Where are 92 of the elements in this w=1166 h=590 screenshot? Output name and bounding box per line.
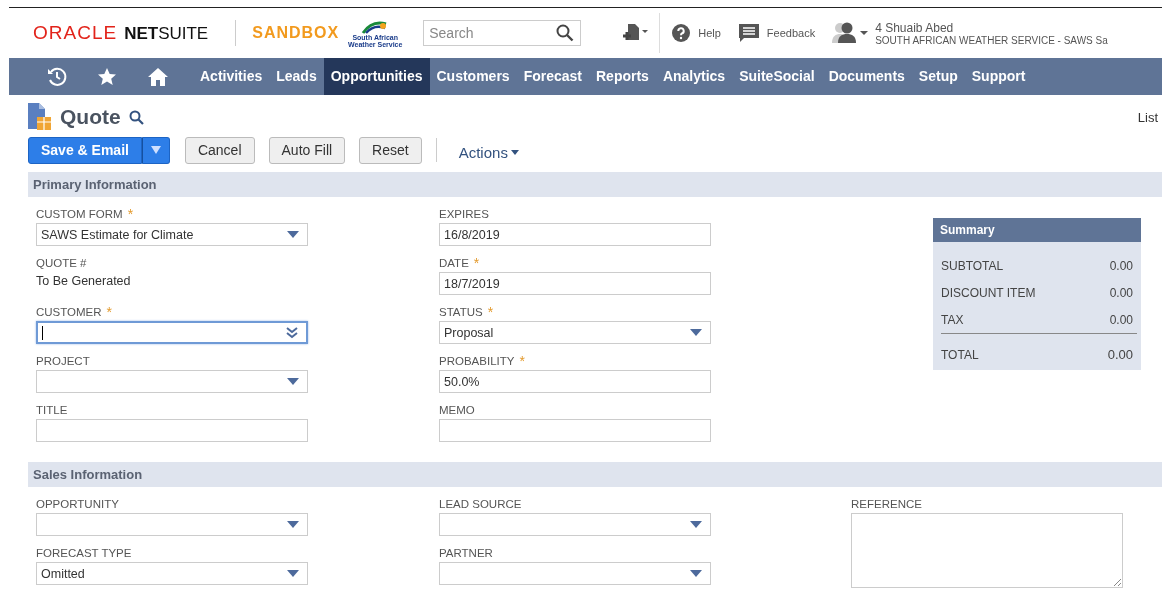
required-mark: * (127, 208, 134, 220)
account-name: SOUTH AFRICAN WEATHER SERVICE - SAWS Sa (875, 34, 1108, 46)
text-field[interactable] (36, 419, 308, 442)
field-label: MEMO (439, 404, 475, 416)
feedback-link[interactable]: Feedback (738, 23, 816, 43)
field-label: TITLE (36, 404, 68, 416)
actions-menu[interactable]: Actions (458, 143, 519, 161)
caret-icon (690, 329, 702, 336)
summary-label: TOTAL (941, 348, 979, 362)
summary-label: SUBTOTAL (941, 258, 1004, 273)
dropdown-field[interactable]: Omitted (36, 562, 308, 585)
text-field[interactable]: 18/7/2019 (439, 272, 711, 295)
dropdown-field[interactable] (36, 370, 308, 393)
search-icon (556, 24, 575, 42)
nav-tab[interactable]: Forecast (516, 58, 589, 95)
caret-icon (150, 146, 161, 154)
required-mark: * (519, 355, 525, 367)
text-field[interactable]: 50.0% (439, 370, 711, 393)
caret-icon (287, 521, 299, 528)
double-chevron-icon (286, 326, 298, 339)
quote-document-icon (28, 103, 52, 131)
users-icon[interactable] (831, 22, 870, 44)
summary-title: Summary (933, 218, 1141, 242)
field-label: OPPORTUNITY (36, 498, 119, 510)
dropdown-field[interactable] (439, 562, 711, 585)
field-label: REFERENCE (851, 498, 922, 510)
summary-value: 0.00 (1109, 285, 1133, 300)
search-field[interactable]: Search (423, 20, 582, 46)
summary-value: 0.00 (1109, 312, 1133, 327)
caret-icon (287, 378, 299, 385)
field-label: QUOTE # (36, 257, 87, 269)
caret-icon (690, 521, 702, 528)
summary-label: DISCOUNT ITEM (941, 285, 1036, 300)
field-label: LEAD SOURCE (439, 498, 522, 510)
form-button[interactable]: Cancel (184, 136, 255, 164)
field-label: PROJECT (36, 355, 90, 367)
section-header: Sales Information (28, 462, 1162, 487)
caret-icon (287, 570, 299, 577)
page-title: Quote (60, 105, 121, 129)
help-link[interactable]: Help (672, 24, 721, 42)
field-label: PARTNER (439, 547, 493, 559)
dropdown-field[interactable] (439, 513, 711, 536)
help-icon (672, 24, 691, 42)
nav-tab[interactable]: Support (964, 58, 1033, 95)
save-email-button[interactable]: Save & Email (28, 136, 142, 164)
summary-value: 0.00 (1109, 258, 1133, 273)
text-field[interactable] (439, 419, 711, 442)
dropdown-field[interactable]: Proposal (439, 321, 711, 344)
field-label: EXPIRES (439, 208, 489, 220)
field-label: CUSTOMER (36, 306, 102, 318)
autocomplete-field[interactable] (36, 321, 308, 344)
form-button[interactable]: Auto Fill (268, 136, 346, 164)
home-icon[interactable] (147, 66, 169, 87)
nav-tab[interactable]: Reports (589, 58, 656, 95)
user-name[interactable]: 4 Shuaib Abed (875, 20, 1108, 35)
caret-icon (287, 231, 299, 238)
field-label: FORECAST TYPE (36, 547, 132, 559)
nav-tab[interactable]: Documents (821, 58, 912, 95)
search-icon[interactable] (128, 109, 144, 125)
star-icon[interactable] (97, 66, 117, 87)
nav-tab[interactable]: Customers (429, 58, 517, 95)
required-mark: * (473, 257, 480, 269)
section-header: Primary Information (28, 172, 1162, 197)
nav-tab[interactable]: SuiteSocial (732, 58, 822, 95)
form-button[interactable]: Reset (359, 136, 422, 164)
nav-tab[interactable]: Analytics (655, 58, 733, 95)
dropdown-field[interactable] (36, 513, 308, 536)
required-mark: * (487, 306, 494, 318)
field-label: PROBABILITY (439, 355, 515, 367)
caret-icon (510, 149, 519, 155)
text-field[interactable]: 16/8/2019 (439, 223, 711, 246)
nav-tab[interactable]: Leads (269, 58, 324, 95)
sandbox-label: SANDBOX (252, 24, 340, 42)
dropdown-field[interactable]: SAWS Estimate for Climate (36, 223, 308, 246)
required-mark: * (106, 306, 113, 318)
nav-tab[interactable]: Setup (911, 58, 965, 95)
field-label: DATE (439, 257, 469, 269)
list-link[interactable]: List (1137, 109, 1158, 125)
chat-icon (738, 23, 759, 43)
nav-tab[interactable]: Activities (193, 58, 270, 95)
caret-icon (690, 570, 702, 577)
netsuite-logo: ORACLE NETSUITE (33, 22, 209, 44)
more-options-button[interactable] (141, 136, 170, 164)
summary-label: TAX (941, 312, 964, 327)
summary-value: 0.00 (1107, 347, 1133, 362)
resize-grip-icon (1114, 579, 1121, 586)
field-label: STATUS (439, 306, 483, 318)
text-area[interactable] (851, 513, 1123, 588)
field-value: To Be Generated (36, 274, 132, 288)
nav-tab[interactable]: Opportunities (323, 58, 430, 95)
history-icon[interactable] (47, 66, 67, 87)
field-label: CUSTOM FORM (36, 208, 123, 220)
